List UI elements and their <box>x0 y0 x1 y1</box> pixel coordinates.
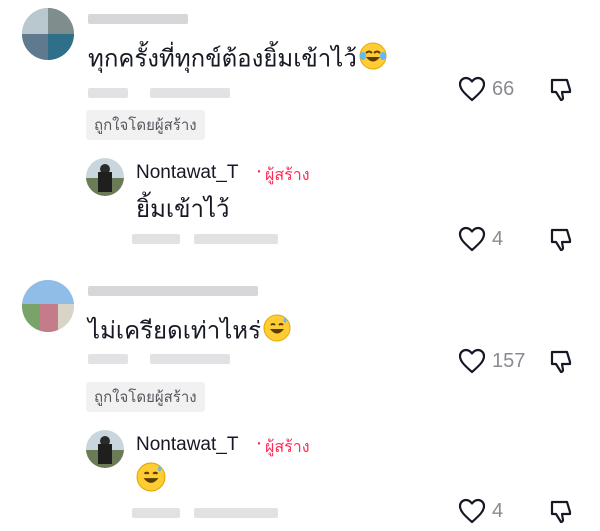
like-count: 4 <box>492 499 504 522</box>
dislike-button[interactable] <box>548 76 576 108</box>
heart-icon <box>458 348 486 374</box>
creator-badge: ผู้สร้าง <box>265 165 310 184</box>
reply-link-blurred[interactable] <box>194 234 278 244</box>
dislike-button[interactable] <box>548 348 576 380</box>
avatar[interactable] <box>22 280 74 332</box>
heart-icon <box>458 498 486 524</box>
dislike-button[interactable] <box>548 498 576 530</box>
sweat-smile-emoji-icon <box>136 462 166 499</box>
comment-text: ไม่เครียดเท่าไหร่ <box>88 314 291 349</box>
timestamp-blurred <box>132 234 180 244</box>
like-count: 4 <box>492 227 504 250</box>
timestamp-blurred <box>88 88 128 98</box>
thumbs-down-icon <box>550 350 572 374</box>
timestamp-blurred <box>88 354 128 364</box>
sweat-smile-emoji-icon <box>263 314 291 349</box>
separator-dot: · <box>256 161 263 183</box>
comment-item: ไม่เครียดเท่าไหร่ ถูกใจโดยผู้สร้าง 157 <box>0 270 600 420</box>
like-count: 66 <box>492 77 515 100</box>
like-button[interactable]: 66 <box>458 76 514 102</box>
reply-item: Nontawat_T · ผู้สร้าง 4 <box>0 420 600 531</box>
dislike-button[interactable] <box>548 226 576 258</box>
thumbs-down-icon <box>550 500 572 524</box>
comment-text-content: ไม่เครียดเท่าไหร่ <box>88 316 261 345</box>
separator-dot: · <box>256 433 263 455</box>
reply-username[interactable]: Nontawat_T <box>136 434 238 456</box>
thumbs-down-icon <box>550 78 572 102</box>
thumbs-down-icon <box>550 228 572 252</box>
avatar[interactable] <box>22 8 74 60</box>
reply-text <box>136 462 166 499</box>
like-button[interactable]: 4 <box>458 498 503 524</box>
reply-username[interactable]: Nontawat_T <box>136 162 238 184</box>
username-blurred[interactable] <box>88 14 188 24</box>
comment-text-content: ทุกครั้งที่ทุกข์ต้องยิ้มเข้าไว้ <box>88 44 357 73</box>
like-button[interactable]: 157 <box>458 348 525 374</box>
liked-by-creator-badge: ถูกใจโดยผู้สร้าง <box>86 382 205 412</box>
creator-avatar[interactable] <box>86 158 124 196</box>
reply-link-blurred[interactable] <box>194 508 278 518</box>
creator-avatar[interactable] <box>86 430 124 468</box>
creator-badge: ผู้สร้าง <box>265 437 310 456</box>
reply-item: Nontawat_T · ผู้สร้าง ยิ้มเข้าไว้ 4 <box>0 150 600 260</box>
like-count: 157 <box>492 349 526 372</box>
liked-by-creator-badge: ถูกใจโดยผู้สร้าง <box>86 110 205 140</box>
reply-link-blurred[interactable] <box>150 88 230 98</box>
username-blurred[interactable] <box>88 286 258 296</box>
timestamp-blurred <box>132 508 180 518</box>
like-button[interactable]: 4 <box>458 226 503 252</box>
comment-item: ทุกครั้งที่ทุกข์ต้องยิ้มเข้าไว้ ถูกใจโดย… <box>0 0 600 150</box>
heart-icon <box>458 76 486 102</box>
reply-text: ยิ้มเข้าไว้ <box>136 195 230 223</box>
comment-text: ทุกครั้งที่ทุกข์ต้องยิ้มเข้าไว้ <box>88 42 387 77</box>
reply-link-blurred[interactable] <box>150 354 230 364</box>
joy-emoji-icon <box>359 42 387 77</box>
heart-icon <box>458 226 486 252</box>
